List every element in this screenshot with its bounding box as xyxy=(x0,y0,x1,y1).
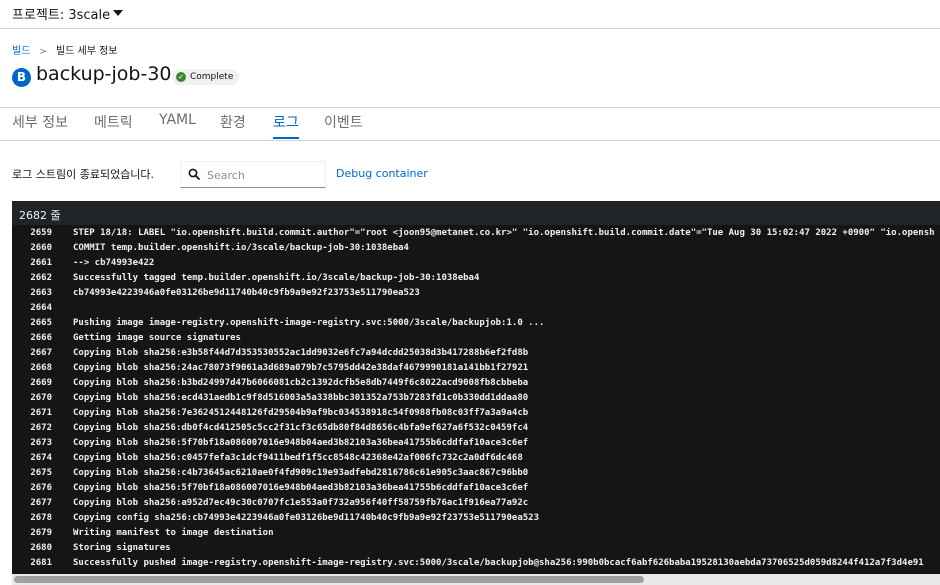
log-line: 2664 xyxy=(12,303,940,318)
log-line-text: Successfully pushed image-registry.opens… xyxy=(73,558,924,568)
log-line: 2672 Copying blob sha256:db0f4cd412505c5c… xyxy=(12,423,940,438)
log-line-number: 2681 xyxy=(30,558,52,568)
log-line-text: cb74993e4223946a0fe03126be9d11740b40c9fb… xyxy=(73,288,420,298)
chevron-right-icon: > xyxy=(39,47,47,57)
search-icon xyxy=(188,168,200,180)
log-line-count: 2682 줄 xyxy=(19,209,61,222)
log-line-text: Writing manifest to image destination xyxy=(73,528,274,538)
log-line-text: Copying blob sha256:a952d7ec49c30c0707fc… xyxy=(73,498,529,508)
log-line-number: 2677 xyxy=(30,498,52,508)
log-line: 2677 Copying blob sha256:a952d7ec49c30c07… xyxy=(12,498,940,513)
horizontal-scrollbar[interactable] xyxy=(12,574,940,585)
log-panel: 2682 줄 2659 STEP 18/18: LABEL "io.openshi… xyxy=(12,201,940,585)
log-line: 2659 STEP 18/18: LABEL "io.openshift.buil… xyxy=(12,228,940,243)
log-line-number: 2664 xyxy=(30,303,52,313)
log-line-number: 2679 xyxy=(30,528,52,538)
status-badge: ✓ Complete xyxy=(172,69,240,85)
log-line: 2661 --> cb74993e422 xyxy=(12,258,940,273)
project-selector-label[interactable]: 프로젝트: 3scale xyxy=(12,4,110,23)
log-line-text: Successfully tagged temp.builder.openshi… xyxy=(73,273,480,283)
log-line-number: 2661 xyxy=(30,258,52,268)
log-line-number: 2667 xyxy=(30,348,52,358)
log-line: 2673 Copying blob sha256:5f70bf18a0860070… xyxy=(12,438,940,453)
log-line-number: 2659 xyxy=(30,228,52,238)
tab-events[interactable]: 이벤트 xyxy=(324,112,363,132)
log-line-number: 2668 xyxy=(30,363,52,373)
tab-yaml[interactable]: YAML xyxy=(159,112,196,128)
log-line-number: 2675 xyxy=(30,468,52,478)
tab-metrics[interactable]: 메트릭 xyxy=(94,112,133,132)
tab-details[interactable]: 세부 정보 xyxy=(12,112,68,132)
log-line: 2662 Successfully tagged temp.builder.ope… xyxy=(12,273,940,288)
breadcrumb: 빌드 > 빌드 세부 정보 xyxy=(12,42,118,57)
log-line-number: 2660 xyxy=(30,243,52,253)
log-line: 2670 Copying blob sha256:ecd431aedb1c9f8d… xyxy=(12,393,940,408)
log-line-text: Copying blob sha256:c4b73645ac6210ae0f4f… xyxy=(73,468,529,478)
log-line-text: Copying blob sha256:e3b58f44d7d353530552… xyxy=(73,348,529,358)
log-line-text: Copying blob sha256:5f70bf18a086007016e9… xyxy=(73,438,529,448)
log-line-number: 2672 xyxy=(30,423,52,433)
log-line: 2675 Copying blob sha256:c4b73645ac6210ae… xyxy=(12,468,940,483)
caret-down-icon[interactable] xyxy=(113,10,123,16)
log-search-input[interactable] xyxy=(205,165,319,185)
log-line-text: Copying blob sha256:c0457fefa3c1dcf9411b… xyxy=(73,453,523,463)
check-circle-icon: ✓ xyxy=(176,71,186,82)
log-line: 2681 Successfully pushed image-registry.o… xyxy=(12,558,940,573)
log-line: 2660 COMMIT temp.builder.openshift.io/3sc… xyxy=(12,243,940,258)
log-line-number: 2665 xyxy=(30,318,52,328)
log-line-text: Copying blob sha256:24ac78073f9061a3d689… xyxy=(73,363,529,373)
log-line-text: Copying config sha256:cb74993e4223946a0f… xyxy=(73,513,539,523)
tab-logs[interactable]: 로그 xyxy=(273,112,299,139)
log-line-text: STEP 18/18: LABEL "io.openshift.build.co… xyxy=(73,228,935,238)
log-line-number: 2674 xyxy=(30,453,52,463)
log-stream-status: 로그 스트림이 종료되었습니다. xyxy=(12,168,155,181)
log-line: 2669 Copying blob sha256:b3bd24997d47b606… xyxy=(12,378,940,393)
log-line: 2666 Getting image source signatures xyxy=(12,333,940,348)
log-line: 2663 cb74993e4223946a0fe03126be9d11740b40… xyxy=(12,288,940,303)
log-body[interactable]: 2659 STEP 18/18: LABEL "io.openshift.buil… xyxy=(12,228,940,573)
log-line-number: 2680 xyxy=(30,543,52,553)
scrollbar-thumb[interactable] xyxy=(14,576,644,583)
log-line-number: 2663 xyxy=(30,288,52,298)
tab-environment[interactable]: 환경 xyxy=(220,112,246,132)
log-line-text: Copying blob sha256:db0f4cd412505c5cc2f3… xyxy=(73,423,529,433)
log-line-text: Copying blob sha256:5f70bf18a086007016e9… xyxy=(73,483,529,493)
log-line: 2674 Copying blob sha256:c0457fefa3c1dcf9… xyxy=(12,453,940,468)
log-line-number: 2671 xyxy=(30,408,52,418)
log-line: 2665 Pushing image image-registry.openshi… xyxy=(12,318,940,333)
tab-bar: 세부 정보 메트릭 YAML 환경 로그 이벤트 xyxy=(0,107,940,141)
log-search-box xyxy=(180,161,326,188)
log-line-number: 2678 xyxy=(30,513,52,523)
log-line-number: 2676 xyxy=(30,483,52,493)
status-text: Complete xyxy=(190,72,234,82)
breadcrumb-current: 빌드 세부 정보 xyxy=(55,46,118,57)
log-toolbar: 로그 스트림이 종료되었습니다. Debug container xyxy=(12,160,932,188)
debug-container-link[interactable]: Debug container xyxy=(336,167,428,180)
log-line-number: 2666 xyxy=(30,333,52,343)
log-line-text: Storing signatures xyxy=(73,543,171,553)
log-line: 2671 Copying blob sha256:7e3624512448126f… xyxy=(12,408,940,423)
log-line-number: 2670 xyxy=(30,393,52,403)
log-line-text: Getting image source signatures xyxy=(73,333,241,343)
log-line-text: Pushing image image-registry.openshift-i… xyxy=(73,318,545,328)
log-line-text: Copying blob sha256:ecd431aedb1c9f8d5160… xyxy=(73,393,529,403)
log-line-text: Copying blob sha256:7e3624512448126fd295… xyxy=(73,408,529,418)
breadcrumb-builds-link[interactable]: 빌드 xyxy=(12,46,30,57)
log-line: 2667 Copying blob sha256:e3b58f44d7d35353… xyxy=(12,348,940,363)
build-resource-badge: B xyxy=(12,68,31,87)
log-line: 2679 Writing manifest to image destinatio… xyxy=(12,528,940,543)
page-title: backup-job-30 xyxy=(36,63,172,85)
log-line-text: COMMIT temp.builder.openshift.io/3scale/… xyxy=(73,243,409,253)
log-line: 2680 Storing signatures xyxy=(12,543,940,558)
log-line-number: 2673 xyxy=(30,438,52,448)
log-line: 2678 Copying config sha256:cb74993e422394… xyxy=(12,513,940,528)
log-line-text: --> cb74993e422 xyxy=(73,258,155,268)
log-line-text: Copying blob sha256:b3bd24997d47b6066081… xyxy=(73,378,529,388)
log-line: 2668 Copying blob sha256:24ac78073f9061a3… xyxy=(12,363,940,378)
log-line: 2676 Copying blob sha256:5f70bf18a0860070… xyxy=(12,483,940,498)
project-bar: 프로젝트: 3scale xyxy=(0,0,940,29)
log-line-number: 2669 xyxy=(30,378,52,388)
log-line-number: 2662 xyxy=(30,273,52,283)
log-header: 2682 줄 xyxy=(12,201,940,225)
